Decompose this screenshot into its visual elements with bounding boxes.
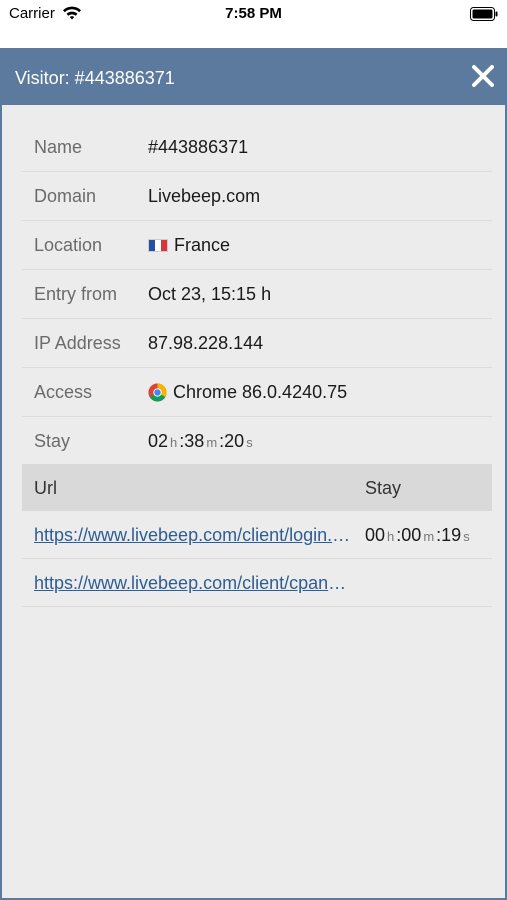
close-icon[interactable]	[469, 62, 497, 90]
detail-row-ip: IP Address 87.98.228.144	[22, 319, 492, 368]
url-row: https://www.livebeep.com/client/cpanel.p…	[22, 559, 492, 607]
name-value: #443886371	[148, 137, 249, 157]
detail-row-domain: Domain Livebeep.com	[22, 172, 492, 221]
hours-unit: h	[387, 529, 395, 544]
minutes-unit: m	[206, 435, 218, 450]
url-link[interactable]: https://www.livebeep.com/client/login.ph…	[34, 525, 354, 546]
url-table-header: Url Stay	[22, 464, 492, 511]
panel-title: Visitor: #443886371	[15, 68, 175, 88]
url-stay-minutes: 00	[401, 525, 422, 545]
url-stay-hours: 00	[365, 525, 386, 545]
detail-row-access: Access Chrome 86.0.4240.75	[22, 368, 492, 417]
url-row: https://www.livebeep.com/client/login.ph…	[22, 511, 492, 559]
status-bar: Carrier 7:58 PM	[0, 0, 507, 30]
stay-minutes: 38	[184, 431, 205, 451]
domain-value: Livebeep.com	[148, 186, 261, 206]
chrome-icon	[148, 383, 167, 402]
location-value-wrap: France	[148, 235, 230, 256]
location-label: Location	[34, 235, 103, 255]
battery-icon	[470, 7, 498, 25]
domain-label: Domain	[34, 186, 97, 206]
visitor-details: Name #443886371 Domain Livebeep.com Loca…	[22, 123, 492, 466]
seconds-unit: s	[463, 529, 470, 544]
detail-row-location: Location France	[22, 221, 492, 270]
ip-value: 87.98.228.144	[148, 333, 264, 353]
detail-row-stay: Stay 02 h : 38 m : 20 s	[22, 417, 492, 466]
panel-header: Visitor: #443886371	[2, 48, 505, 105]
ip-label: IP Address	[34, 333, 121, 353]
url-stay-seconds: 19	[441, 525, 462, 545]
stay-column-header: Stay	[365, 478, 402, 498]
entry-label: Entry from	[34, 284, 118, 304]
seconds-unit: s	[246, 435, 253, 450]
url-column-header: Url	[34, 478, 57, 498]
stay-label: Stay	[34, 431, 71, 451]
visitor-panel: Visitor: #443886371 Name #443886371 Doma…	[0, 48, 507, 900]
detail-row-entry: Entry from Oct 23, 15:15 h	[22, 270, 492, 319]
hours-unit: h	[170, 435, 178, 450]
detail-row-name: Name #443886371	[22, 123, 492, 172]
stay-seconds: 20	[224, 431, 245, 451]
stay-hours: 02	[148, 431, 169, 451]
clock: 7:58 PM	[225, 5, 282, 22]
name-label: Name	[34, 137, 83, 157]
minutes-unit: m	[423, 529, 435, 544]
access-value-wrap: Chrome 86.0.4240.75	[148, 382, 347, 403]
url-table: Url Stay https://www.livebeep.com/client…	[22, 464, 492, 607]
stay-value: 02 h : 38 m : 20 s	[148, 431, 255, 452]
access-value: Chrome 86.0.4240.75	[173, 382, 348, 402]
access-label: Access	[34, 382, 93, 402]
france-flag-icon	[148, 239, 168, 252]
url-link[interactable]: https://www.livebeep.com/client/cpanel.p…	[34, 573, 354, 594]
entry-value: Oct 23, 15:15 h	[148, 284, 272, 304]
location-value: France	[174, 235, 231, 255]
url-stay: 00 h : 00 m : 19 s	[365, 525, 472, 546]
